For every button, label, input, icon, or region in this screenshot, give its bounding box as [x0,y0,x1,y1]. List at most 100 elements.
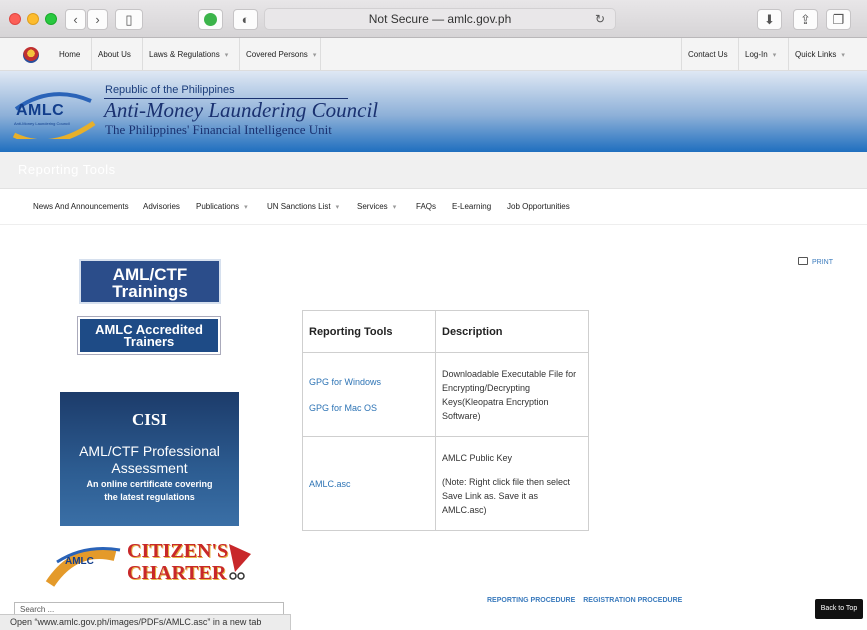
chevron-left-icon: ‹ [73,12,78,27]
public-key-note: (Note: Right click file then select Save… [442,476,571,515]
council-name: Anti-Money Laundering Council [104,98,379,122]
charter-line1: CITIZEN'S [127,540,229,562]
nav-un-sanctions[interactable]: UN Sanctions List ▾ [267,202,339,211]
charter-line2: CHARTER [127,562,227,584]
printer-icon [798,257,808,265]
nav-advisories[interactable]: Advisories [143,202,180,211]
topnav-covered[interactable]: Covered Persons ▾ [239,38,322,71]
main-navigation: News And Announcements Advisories Public… [0,189,867,225]
minimize-window-button[interactable] [27,13,39,25]
address-text: Not Secure — amlc.gov.ph [368,12,512,26]
topnav-divider [320,38,333,71]
chevron-down-icon: ▾ [392,204,397,211]
nav-faqs[interactable]: FAQs [416,202,436,211]
back-button[interactable]: ‹ [65,9,86,30]
philippines-seal-icon [23,47,39,63]
table-row: AMLC.asc AMLC Public Key (Note: Right cl… [302,436,589,531]
browser-status-bar: Open “www.amlc.gov.ph/images/PDFs/AMLC.a… [0,614,291,630]
share-button[interactable]: ⇪ [793,9,818,30]
top-navigation: Home About Us Laws & Regulations ▾ Covere… [0,38,867,71]
topnav-contact[interactable]: Contact Us [681,38,734,71]
sidebar-icon: ▯ [125,11,133,27]
nav-publications-label: Publications [196,202,240,211]
charter-amlc-logo: AMLC [65,556,94,567]
close-window-button[interactable] [9,13,21,25]
cisi-line1: AML/CTF Professional [79,443,220,459]
topnav-covered-label: Covered Persons [246,50,308,59]
chevron-down-icon: ▾ [244,204,248,211]
republic-text: Republic of the Philippines [105,84,235,96]
gpg-mac-link[interactable]: GPG for Mac OS [309,402,429,414]
chevron-down-icon: ▾ [772,52,777,59]
header-description: Description [435,310,589,353]
topnav-laws[interactable]: Laws & Regulations ▾ [142,38,234,71]
reporting-tools-table: Reporting Tools Description GPG for Wind… [302,310,589,531]
table-cell-tools: GPG for Windows GPG for Mac OS [302,352,436,437]
topnav-quick-links[interactable]: Quick Links ▾ [788,38,851,71]
privacy-button[interactable]: ◐ [233,9,258,30]
browser-toolbar: ‹ › ▯ ◐ Not Secure — amlc.gov.ph ↻ ⬇ ⇪ ❐ [0,0,867,38]
topnav-login[interactable]: Log-In ▾ [738,38,782,71]
topnav-laws-label: Laws & Regulations [149,50,220,59]
amlc-logo[interactable]: AMLC [16,102,64,120]
topnav-home-label: Home [59,50,81,59]
table-cell-description: AMLC Public Key (Note: Right click file … [435,436,589,531]
chevron-down-icon: ▾ [224,52,229,59]
chevron-down-icon: ▾ [841,52,845,59]
nav-elearning[interactable]: E-Learning [452,202,491,211]
back-to-top-button[interactable]: Back to Top [815,599,863,619]
print-link[interactable]: PRINT [798,257,833,266]
shield-icon: ◐ [241,12,250,27]
extension-button[interactable] [198,9,223,30]
nav-jobs[interactable]: Job Opportunities [507,202,570,211]
nav-news[interactable]: News And Announcements [33,202,129,211]
extension-icon [204,13,217,26]
scissors-icon [229,544,251,580]
tabs-button[interactable]: ❐ [826,9,851,30]
topnav-contact-label: Contact Us [688,50,728,59]
page-title-bar: Reporting Tools [0,152,867,189]
zoom-window-button[interactable] [45,13,57,25]
cisi-line4: the latest regulations [104,492,195,502]
cisi-logo: CISI [132,410,167,429]
table-cell-description: Downloadable Executable File for Encrypt… [435,352,589,437]
nav-un-sanctions-label: UN Sanctions List [267,202,331,211]
table-row: GPG for Windows GPG for Mac OS Downloada… [302,352,589,437]
tabs-icon: ❐ [832,11,845,27]
topnav-quick-links-label: Quick Links [795,50,837,59]
citizens-charter-banner[interactable]: AMLC CITIZEN'S CHARTER [45,536,255,592]
amlc-logo-subtitle: Anti-Money Laundering Council [14,121,70,126]
gpg-description: Downloadable Executable File for Encrypt… [442,368,577,421]
fiu-text: The Philippines' Financial Intelligence … [105,122,332,137]
topnav-about[interactable]: About Us [91,38,137,71]
nav-services[interactable]: Services ▾ [357,202,396,211]
aml-ctf-trainings-banner[interactable]: AML/CTF Trainings [79,259,221,304]
header-tools: Reporting Tools [302,310,436,353]
cisi-line3: An online certificate covering [86,479,213,489]
topnav-about-label: About Us [98,50,131,59]
downloads-button[interactable]: ⬇ [757,9,782,30]
registration-procedure-link[interactable]: REGISTRATION PROCEDURE [583,597,682,604]
table-cell-tools: AMLC.asc [302,436,436,531]
public-key-title: AMLC Public Key [442,452,513,463]
footer-links: REPORTING PROCEDURE REGISTRATION PROCEDU… [487,597,688,604]
chevron-down-icon: ▾ [335,204,340,211]
print-label: PRINT [812,259,833,266]
forward-button[interactable]: › [87,9,108,30]
topnav-home[interactable]: Home [53,38,86,71]
aml-line2: Trainings [112,282,188,301]
chevron-down-icon: ▾ [312,52,317,59]
address-bar[interactable]: Not Secure — amlc.gov.ph ↻ [264,8,616,30]
page-title: Reporting Tools [18,162,116,177]
nav-publications[interactable]: Publications ▾ [196,202,248,211]
reload-icon[interactable]: ↻ [595,12,605,26]
share-icon: ⇪ [800,11,811,27]
reporting-procedure-link[interactable]: REPORTING PROCEDURE [487,597,575,604]
cisi-assessment-banner[interactable]: CISI AML/CTF Professional Assessment An … [60,392,239,526]
amlc-asc-link[interactable]: AMLC.asc [309,478,429,490]
gpg-windows-link[interactable]: GPG for Windows [309,376,429,388]
sidebar-toggle-button[interactable]: ▯ [115,9,143,30]
aml-line1: AML/CTF [112,265,188,284]
accredited-trainers-banner[interactable]: AMLC Accredited Trainers [77,316,221,355]
accred-line2: Trainers [123,334,175,349]
